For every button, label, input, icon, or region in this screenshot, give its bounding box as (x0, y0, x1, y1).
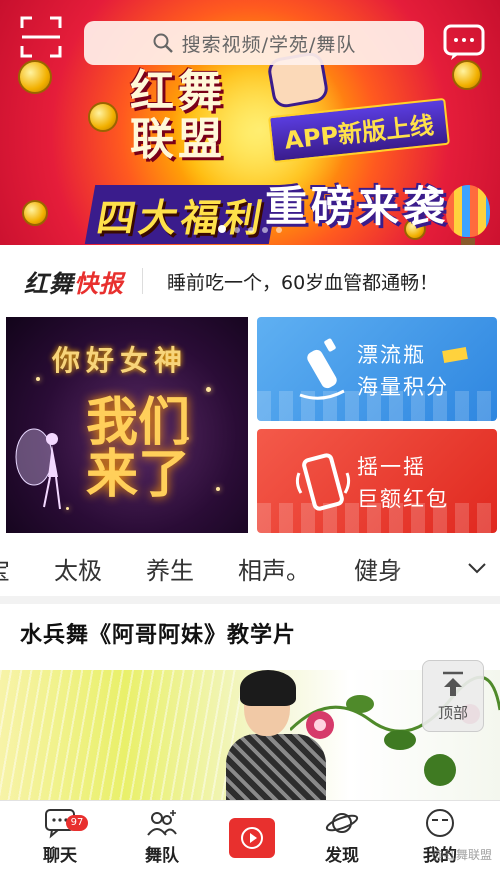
carousel-dot[interactable] (234, 227, 240, 233)
chevron-down-icon (468, 563, 486, 574)
nav-label-team: 舞队 (145, 846, 179, 866)
sparkle (216, 487, 220, 491)
banner-ribbon: APP新版上线 (268, 97, 450, 164)
nav-item-discover[interactable]: 发现 (302, 807, 382, 866)
scan-icon (20, 16, 62, 58)
envelope-icon (442, 347, 468, 363)
app-home-screen: 红舞 联盟 APP新版上线 四大福利 重磅来袭 搜索视频/学苑/舞队 红舞快报 … (0, 0, 500, 877)
unread-badge: 97 (66, 815, 88, 831)
carousel-dot[interactable] (262, 227, 268, 233)
carousel-dot[interactable] (248, 227, 254, 233)
nav-item-chat[interactable]: 97 聊天 (20, 807, 100, 866)
message-button[interactable] (441, 22, 489, 62)
feature-subtitle: 我们来了 (86, 393, 191, 505)
shake-title: 摇一摇 (357, 455, 426, 479)
drift-bottle-title: 漂流瓶 (357, 343, 426, 367)
scan-button[interactable] (18, 14, 64, 60)
drift-bottle-subtitle: 海量积分 (357, 375, 449, 399)
banner-title-block: 红舞 联盟 APP新版上线 四大福利 重磅来袭 (84, 50, 460, 245)
nav-label-discover: 发现 (325, 846, 359, 866)
search-placeholder: 搜索视频/学苑/舞队 (181, 33, 357, 56)
watermark: @红舞联盟 (432, 848, 493, 862)
profile-face-icon (426, 809, 454, 837)
feature-title: 你好女神 (52, 344, 189, 377)
nav-item-team[interactable]: 舞队 (122, 807, 202, 866)
planet-icon (325, 813, 359, 833)
fairy-icon (15, 428, 61, 510)
carousel-dot[interactable] (276, 227, 282, 233)
nav-label-chat: 聊天 (43, 846, 77, 866)
category-tabs: 宝 太极 养生 相声。 健身 (0, 541, 500, 595)
sparkle (206, 387, 211, 392)
tab-category[interactable]: 相声。 (238, 551, 310, 586)
nav-item-play[interactable] (229, 818, 275, 858)
team-icon (147, 810, 177, 836)
bottom-navigation: 97 聊天 舞队 发现 我的 (0, 800, 500, 877)
video-title[interactable]: 水兵舞《阿哥阿妹》教学片 (20, 617, 296, 649)
news-divider (142, 268, 143, 294)
news-headline[interactable]: 睡前吃一个，60岁血管都通畅！ (167, 268, 438, 295)
coin-decoration (18, 60, 52, 94)
news-logo-accent: 快报 (74, 269, 124, 298)
news-logo: 红舞快报 (24, 264, 124, 299)
feature-promo-card[interactable]: 你好女神 我们来了 (6, 317, 248, 533)
arrow-up-icon (443, 671, 463, 696)
drift-bottle-icon (299, 338, 345, 400)
search-icon (153, 33, 173, 53)
shake-subtitle: 巨额红包 (357, 487, 449, 511)
dancer-hair (240, 670, 296, 706)
news-logo-main: 红舞 (24, 269, 74, 298)
sparkle (36, 377, 40, 381)
expand-categories-button[interactable] (454, 541, 500, 595)
play-icon (241, 827, 263, 849)
shake-card[interactable]: 摇一摇 巨额红包 (257, 429, 497, 533)
balloon-basket (461, 238, 475, 245)
tabs-fade (390, 541, 460, 595)
drift-bottle-card[interactable]: 漂流瓶 海量积分 (257, 317, 497, 421)
carousel-dot[interactable] (218, 225, 226, 233)
section-divider (0, 596, 500, 604)
carousel-indicator (0, 218, 500, 237)
news-ticker[interactable]: 红舞快报 睡前吃一个，60岁血管都通畅！ (0, 254, 500, 308)
search-bar[interactable]: 搜索视频/学苑/舞队 (84, 21, 424, 65)
shake-phone-icon (295, 453, 351, 511)
tab-category[interactable]: 宝 (0, 551, 10, 586)
chat-message-icon (443, 24, 485, 60)
banner-line-2: 联盟 (130, 114, 226, 165)
back-to-top-button[interactable]: 顶部 (422, 660, 484, 732)
tab-category[interactable]: 养生 (146, 551, 194, 586)
tab-category[interactable]: 太极 (54, 551, 102, 586)
thumbnail-pattern (0, 670, 240, 800)
back-to-top-label: 顶部 (437, 703, 468, 722)
